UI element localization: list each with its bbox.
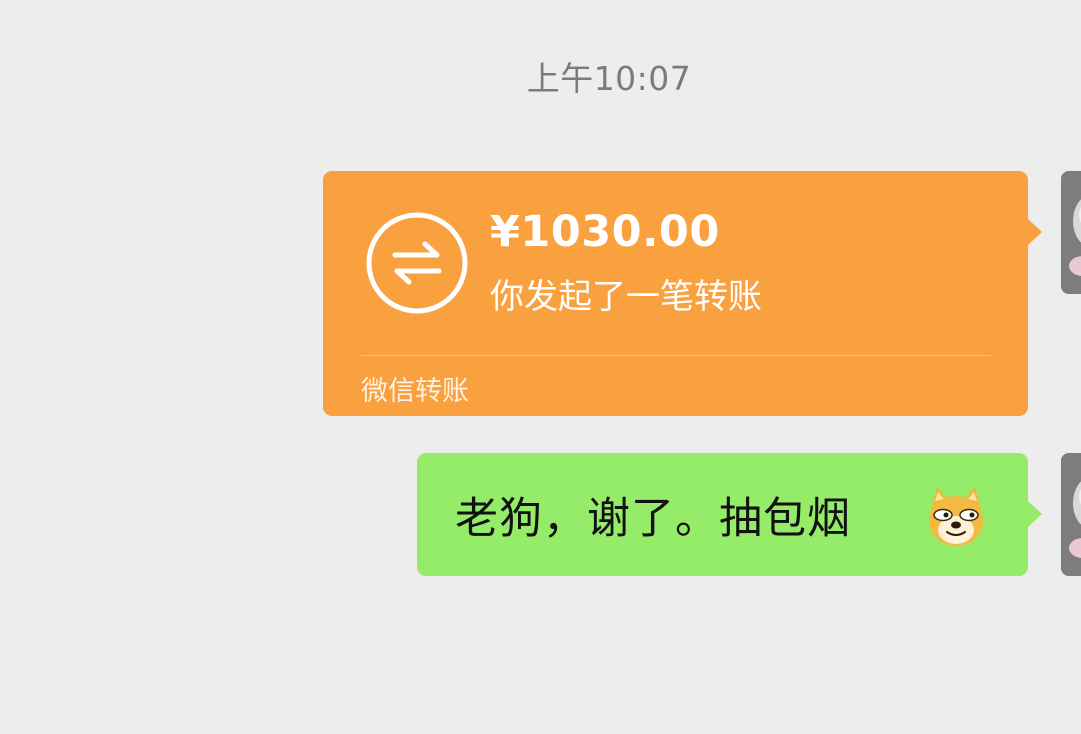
- avatar[interactable]: [1061, 453, 1081, 576]
- avatar-image: [1061, 453, 1081, 576]
- transfer-footer: 微信转账: [361, 376, 469, 407]
- transfer-message-card[interactable]: ¥1030.00 你发起了一笔转账 微信转账: [323, 171, 1042, 416]
- transfer-arrows-icon: [366, 212, 468, 314]
- avatar-image: [1061, 171, 1081, 294]
- doge-icon: [929, 487, 983, 546]
- transfer-amount: ¥1030.00: [490, 207, 720, 257]
- text-message-bubble[interactable]: 老狗，谢了。抽包烟: [417, 453, 1042, 576]
- message-text: 老狗，谢了。抽包烟: [455, 493, 851, 544]
- timestamp: 上午10:07: [526, 59, 692, 98]
- transfer-divider: [361, 355, 991, 356]
- avatar[interactable]: [1061, 171, 1081, 294]
- transfer-description: 你发起了一笔转账: [490, 277, 762, 317]
